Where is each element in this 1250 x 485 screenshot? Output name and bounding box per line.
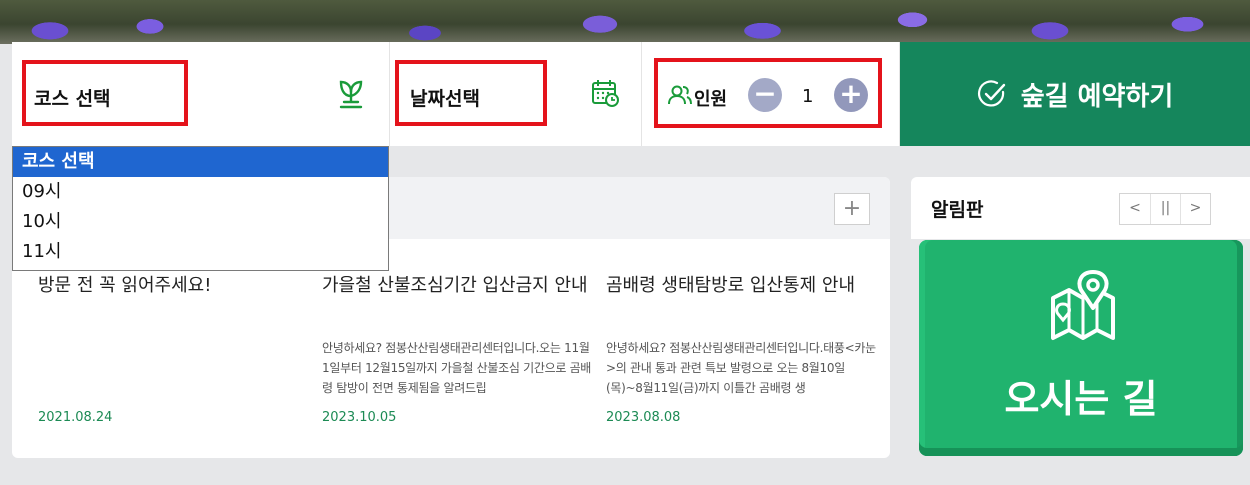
course-select[interactable]: 코스 선택: [12, 42, 390, 146]
calendar-icon[interactable]: [590, 78, 620, 108]
dropdown-option[interactable]: 09시: [13, 177, 388, 207]
reservation-bar: 코스 선택 날짜선택 인원 − 1 + 숲길 예약하기: [12, 42, 1250, 146]
news-article[interactable]: 방문 전 꼭 읽어주세요! 2021.08.24: [38, 272, 308, 425]
news-more-button[interactable]: +: [834, 193, 870, 225]
sprout-icon[interactable]: [338, 76, 364, 110]
article-excerpt: [38, 338, 308, 398]
map-pin-icon: [1051, 270, 1115, 340]
people-counter: 인원 − 1 +: [642, 42, 900, 146]
article-title: 방문 전 꼭 읽어주세요!: [38, 275, 212, 296]
next-button[interactable]: >: [1180, 194, 1210, 224]
reserve-trail-button[interactable]: 숲길 예약하기: [900, 42, 1250, 146]
dropdown-option[interactable]: 10시: [13, 207, 388, 237]
article-excerpt: 안녕하세요? 점봉산산림생태관리센터입니다.오는 11월1일부터 12월15일까…: [322, 341, 592, 395]
article-excerpt: 안녕하세요? 점봉산산림생태관리센터입니다.태풍<카눈>의 관내 통과 관련 특…: [606, 341, 876, 395]
check-circle-icon: [977, 80, 1005, 107]
decrease-people-button[interactable]: −: [748, 78, 782, 112]
hero-banner-image: [0, 0, 1250, 44]
article-title: 가을철 산불조심기간 입산금지 안내: [322, 275, 588, 296]
directions-button[interactable]: 오시는 길: [919, 240, 1243, 456]
people-label: 인원: [694, 89, 728, 110]
date-select[interactable]: 날짜선택: [390, 42, 642, 146]
dropdown-option-selected[interactable]: 코스 선택: [13, 147, 388, 177]
dropdown-option[interactable]: 11시: [13, 237, 388, 267]
course-dropdown-list: 코스 선택 09시 10시 11시: [12, 146, 389, 271]
date-select-label: 날짜선택: [410, 88, 480, 110]
prev-button[interactable]: <: [1120, 194, 1150, 224]
notice-nav: < || >: [1119, 193, 1211, 225]
people-icon: [668, 85, 692, 105]
news-article[interactable]: 곰배령 생태탐방로 입산통제 안내 안녕하세요? 점봉산산림생태관리센터입니다.…: [606, 272, 876, 425]
article-date: 2023.08.08: [606, 410, 681, 425]
increase-people-button[interactable]: +: [834, 78, 868, 112]
notice-board: 알림판 < || >: [911, 177, 1250, 239]
article-date: 2023.10.05: [322, 410, 397, 425]
directions-label: 오시는 길: [1004, 377, 1158, 421]
pause-button[interactable]: ||: [1150, 194, 1180, 224]
course-select-label: 코스 선택: [34, 88, 111, 110]
news-article[interactable]: 가을철 산불조심기간 입산금지 안내 안녕하세요? 점봉산산림생태관리센터입니다…: [322, 272, 592, 425]
article-title: 곰배령 생태탐방로 입산통제 안내: [606, 275, 856, 296]
notice-board-title: 알림판: [931, 199, 984, 221]
people-count: 1: [802, 86, 814, 107]
reserve-trail-label: 숲길 예약하기: [1020, 81, 1174, 112]
article-date: 2021.08.24: [38, 410, 113, 425]
